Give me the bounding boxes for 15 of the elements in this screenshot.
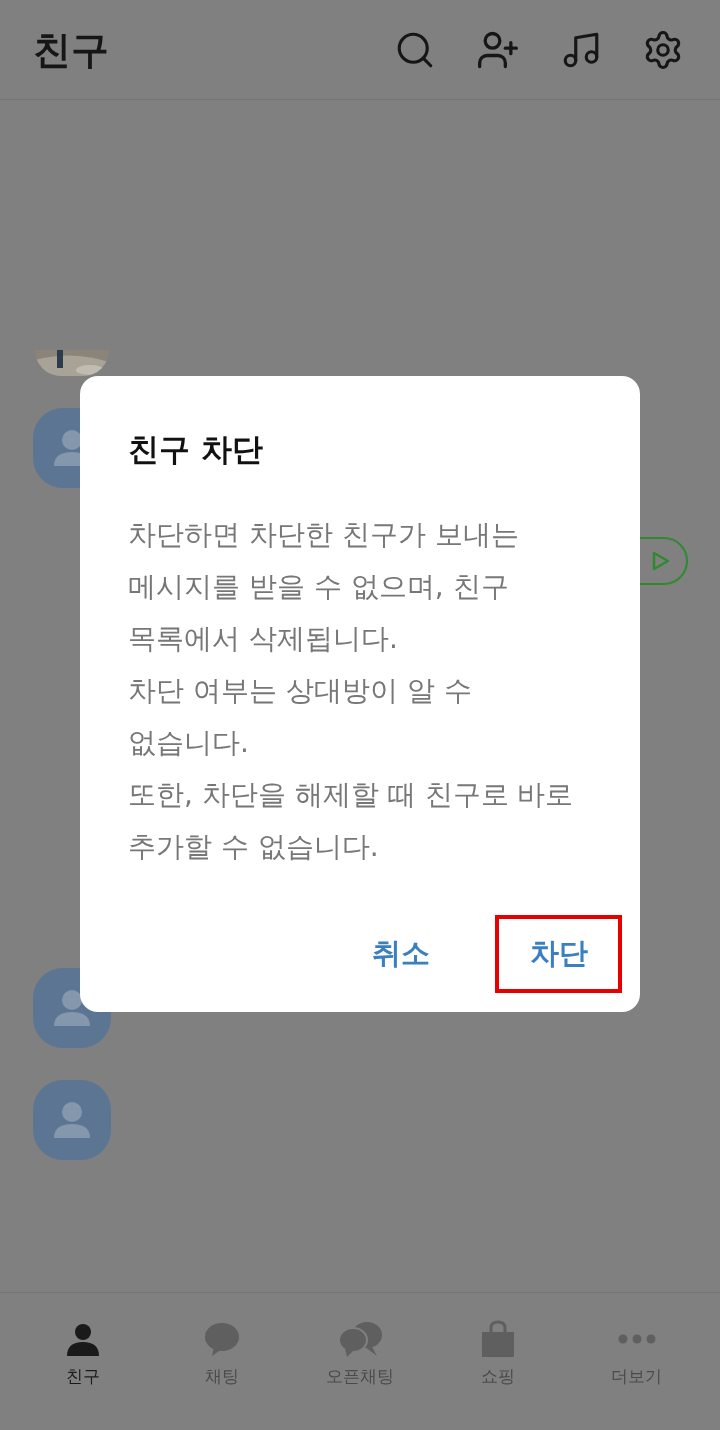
dialog-message: 차단 여부는 상대방이 알 수 없습니다.: [128, 673, 473, 761]
dialog-title: 친구 차단: [128, 434, 263, 465]
avatar-icon: [33, 408, 80, 488]
shopping-bag-icon: [480, 1320, 517, 1358]
speech-bubble-icon: [203, 1321, 240, 1357]
nav-tab[interactable]: 친구: [23, 1319, 144, 1389]
dialog-button[interactable]: 취소: [372, 915, 430, 993]
dialog-message: 또한, 차단을 해제할 때 친구로 바로 추가할 수 없습니다.: [128, 777, 575, 865]
more-dots-icon: [617, 1334, 656, 1344]
dialog-message: 차단하면 차단한 친구가 보내는 메시지를 받을 수 없으며, 친구 목록에서 삭제됩니다.: [128, 517, 520, 657]
avatar-icon: [33, 1080, 111, 1160]
person-icon: [65, 1321, 102, 1357]
play-icon: [652, 551, 670, 571]
dialog-button[interactable]: 차단: [495, 915, 622, 993]
page-title: 친구: [33, 30, 109, 69]
